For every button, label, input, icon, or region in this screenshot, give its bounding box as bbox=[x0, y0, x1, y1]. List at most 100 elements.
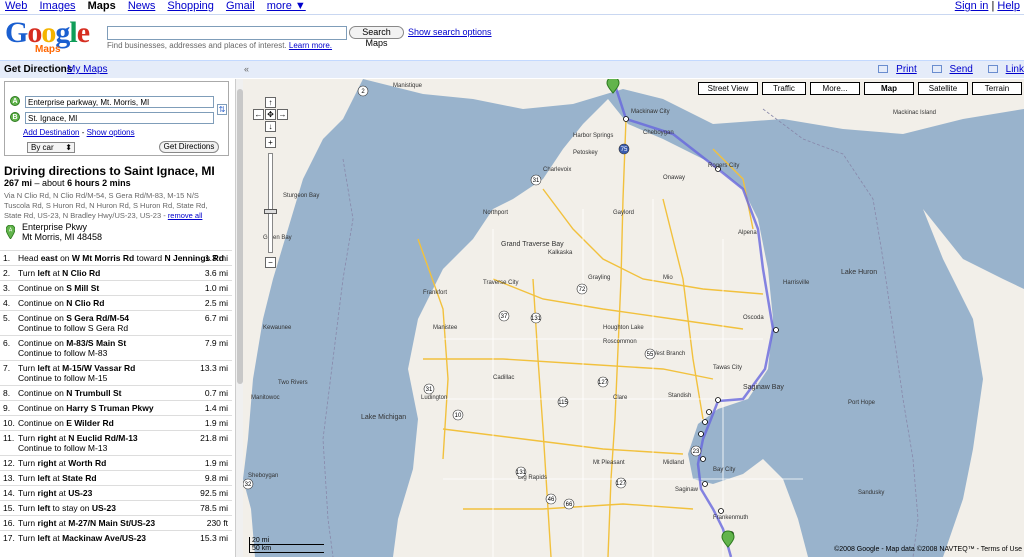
get-directions-button[interactable]: Get Directions bbox=[159, 141, 219, 153]
route-shield: 31 bbox=[530, 174, 542, 186]
print-tool[interactable]: Print bbox=[872, 64, 917, 75]
gbar-link-more[interactable]: more ▼ bbox=[267, 0, 306, 12]
panel-scrollbar[interactable] bbox=[235, 79, 243, 557]
direction-step[interactable]: 1. Head east on W Mt Morris Rd toward N J… bbox=[0, 250, 232, 265]
city-label: Midland bbox=[663, 460, 684, 466]
travel-mode-select[interactable]: By car ⬍ bbox=[27, 142, 75, 153]
gbar-link-news[interactable]: News bbox=[128, 0, 156, 12]
direction-step[interactable]: 17. Turn left at Mackinaw Ave/US-23 15.3 m… bbox=[0, 530, 232, 545]
step-number: 2. bbox=[3, 268, 11, 278]
step-distance: 1.0 mi bbox=[204, 283, 228, 293]
help-link[interactable]: Help bbox=[997, 0, 1020, 12]
link-tool[interactable]: Link bbox=[982, 64, 1024, 75]
step-text: Turn bbox=[18, 533, 38, 543]
route-duration: 6 hours 2 mins bbox=[67, 178, 131, 188]
city-label: Alpena bbox=[738, 230, 757, 236]
step-road: S Mill St bbox=[66, 283, 100, 293]
show-options-link[interactable]: Show options bbox=[87, 128, 135, 137]
search-options-link[interactable]: Show search options bbox=[408, 27, 492, 37]
pan-center-icon[interactable]: ✥ bbox=[265, 109, 276, 120]
from-input[interactable]: Enterprise parkway, Mt. Morris, MI bbox=[25, 96, 214, 108]
step-number: 13. bbox=[3, 473, 15, 483]
logo-subtitle: Maps bbox=[35, 44, 61, 55]
state-line bbox=[322, 158, 354, 557]
marker-b-icon: B bbox=[10, 112, 20, 122]
step-distance: 21.8 mi bbox=[200, 433, 228, 443]
direction-step[interactable]: 7. Turn left at M-15/W Vassar Rd Continue … bbox=[0, 360, 232, 385]
svg-text:66: 66 bbox=[566, 502, 573, 508]
route-shield: 115 bbox=[557, 396, 568, 408]
step-note: Continue to follow S Gera Rd bbox=[18, 323, 129, 333]
sign-in-link[interactable]: Sign in bbox=[955, 0, 989, 12]
direction-step[interactable]: 15. Turn left to stay on US-23 78.5 mi bbox=[0, 500, 232, 515]
map-type-traffic[interactable]: Traffic bbox=[762, 82, 806, 95]
add-destination-link[interactable]: Add Destination bbox=[23, 128, 79, 137]
city-label: Clare bbox=[613, 395, 628, 401]
step-distance: 1.4 mi bbox=[204, 403, 228, 413]
svg-text:115: 115 bbox=[558, 400, 568, 406]
map-type-terrain[interactable]: Terrain bbox=[972, 82, 1022, 95]
link-link[interactable]: Link bbox=[1006, 64, 1024, 75]
learn-more-link[interactable]: Learn more. bbox=[289, 41, 332, 50]
step-road: N Euclid Rd/M-13 bbox=[68, 433, 138, 443]
direction-step[interactable]: 16. Turn right at M-27/N Main St/US-23 230… bbox=[0, 515, 232, 530]
city-label: Sheboygan bbox=[248, 473, 278, 479]
step-road: E Wilder Rd bbox=[66, 418, 114, 428]
my-maps-link[interactable]: My Maps bbox=[67, 64, 108, 75]
gbar-link-shopping[interactable]: Shopping bbox=[167, 0, 214, 12]
gbar-link-web[interactable]: Web bbox=[5, 0, 27, 12]
swap-directions-icon[interactable]: ⇅ bbox=[217, 104, 227, 115]
to-input[interactable]: St. Ignace, MI bbox=[25, 112, 214, 124]
pan-right-icon[interactable]: → bbox=[277, 109, 288, 120]
step-text: at bbox=[50, 473, 63, 483]
send-tool[interactable]: Send bbox=[926, 64, 973, 75]
collapse-panel-button[interactable]: « bbox=[244, 64, 249, 74]
lake-label: Lake Michigan bbox=[361, 414, 406, 421]
map-type-satellite[interactable]: Satellite bbox=[918, 82, 968, 95]
city-label: Sandusky bbox=[858, 490, 884, 496]
city-label: West Branch bbox=[651, 351, 685, 357]
marker-a-icon: A bbox=[10, 96, 20, 106]
zoom-slider-thumb[interactable] bbox=[264, 209, 277, 214]
map-type-map[interactable]: Map bbox=[864, 82, 914, 95]
direction-step[interactable]: 8. Continue on N Trumbull St 0.7 mi bbox=[0, 385, 232, 400]
pan-left-icon[interactable]: ← bbox=[253, 109, 264, 120]
wisconsin-land bbox=[243, 79, 363, 479]
city-label: Cadillac bbox=[493, 375, 514, 381]
directions-panel: A Enterprise parkway, Mt. Morris, MI B S… bbox=[0, 79, 243, 557]
pan-down-icon[interactable]: ↓ bbox=[265, 121, 276, 132]
zoom-out-button[interactable]: − bbox=[265, 257, 276, 268]
route-summary: 267 mi – about 6 hours 2 mins bbox=[4, 178, 131, 188]
map-type-more[interactable]: More... bbox=[810, 82, 860, 95]
step-distance: 1.3 mi bbox=[204, 253, 228, 263]
pan-up-icon[interactable]: ↑ bbox=[265, 97, 276, 108]
remove-all-link[interactable]: remove all bbox=[168, 211, 203, 220]
direction-step[interactable]: 11. Turn right at N Euclid Rd/M-13 Continu… bbox=[0, 430, 232, 455]
direction-step[interactable]: 6. Continue on M-83/S Main St Continue to … bbox=[0, 335, 232, 360]
direction-step[interactable]: 2. Turn left at N Clio Rd 3.6 mi bbox=[0, 265, 232, 280]
step-number: 7. bbox=[3, 363, 11, 373]
step-text: at bbox=[50, 268, 63, 278]
direction-step[interactable]: 9. Continue on Harry S Truman Pkwy 1.4 mi bbox=[0, 400, 232, 415]
direction-step[interactable]: 13. Turn left at State Rd 9.8 mi bbox=[0, 470, 232, 485]
print-link[interactable]: Print bbox=[896, 64, 917, 75]
step-distance: 78.5 mi bbox=[200, 503, 228, 513]
map-type-street-view[interactable]: Street View bbox=[698, 82, 758, 95]
direction-step[interactable]: 12. Turn right at Worth Rd 1.9 mi bbox=[0, 455, 232, 470]
gbar-link-gmail[interactable]: Gmail bbox=[226, 0, 255, 12]
search-input[interactable] bbox=[107, 26, 347, 40]
zoom-in-button[interactable]: + bbox=[265, 137, 276, 148]
step-text: to stay on bbox=[50, 503, 92, 513]
send-link[interactable]: Send bbox=[950, 64, 973, 75]
direction-step[interactable]: 4. Continue on N Clio Rd 2.5 mi bbox=[0, 295, 232, 310]
direction-step[interactable]: 14. Turn right at US-23 92.5 mi bbox=[0, 485, 232, 500]
search-maps-button[interactable]: Search Maps bbox=[349, 26, 404, 48]
google-maps-logo[interactable]: Google Maps bbox=[5, 18, 100, 56]
gbar-link-images[interactable]: Images bbox=[39, 0, 75, 12]
zoom-slider-track[interactable] bbox=[268, 153, 273, 253]
direction-step[interactable]: 5. Continue on S Gera Rd/M-54 Continue to … bbox=[0, 310, 232, 335]
direction-step[interactable]: 3. Continue on S Mill St 1.0 mi bbox=[0, 280, 232, 295]
map-canvas[interactable]: Lake Huron Lake Michigan Saginaw Bay Gra… bbox=[243, 79, 1024, 557]
gbar-divider bbox=[0, 14, 1024, 15]
direction-step[interactable]: 10. Continue on E Wilder Rd 1.9 mi bbox=[0, 415, 232, 430]
